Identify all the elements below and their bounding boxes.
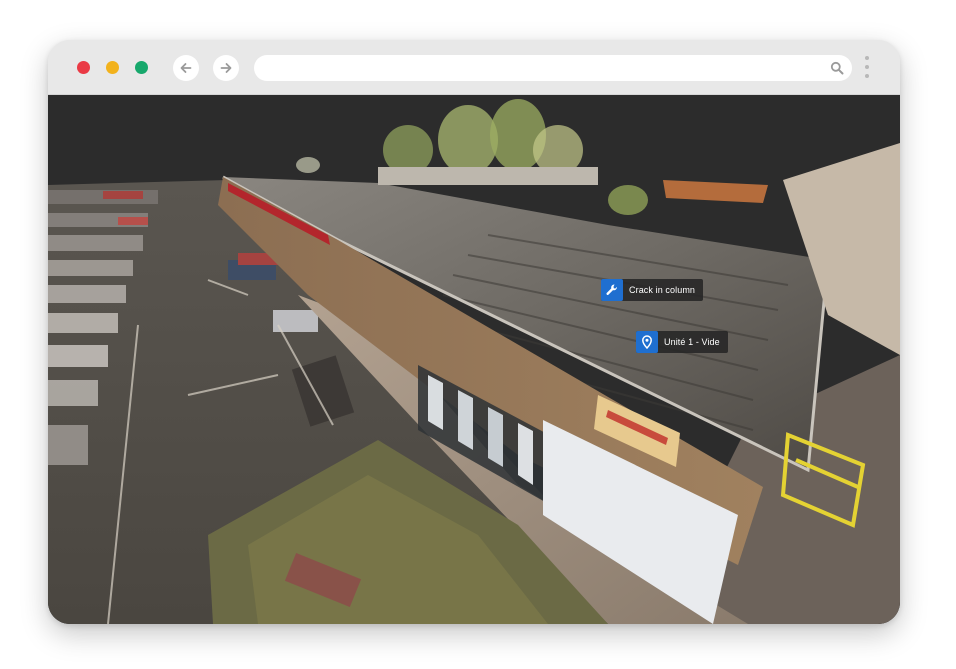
annotation-unite-1-vide[interactable]: Unité 1 - Vide bbox=[636, 331, 728, 353]
back-button[interactable] bbox=[173, 55, 199, 81]
map-pin-icon bbox=[636, 331, 658, 353]
annotation-crack-in-column[interactable]: Crack in column bbox=[601, 279, 704, 301]
rooftop-structure bbox=[378, 167, 598, 185]
kebab-menu-icon[interactable] bbox=[863, 54, 871, 82]
search-icon[interactable] bbox=[830, 61, 844, 75]
minimize-window-dot[interactable] bbox=[106, 61, 119, 74]
close-window-dot[interactable] bbox=[77, 61, 90, 74]
wrench-icon bbox=[601, 279, 623, 301]
address-bar[interactable] bbox=[254, 55, 852, 81]
point-cloud-viewer[interactable]: Crack in column Unité 1 - Vide bbox=[48, 95, 900, 624]
url-input[interactable] bbox=[266, 59, 830, 79]
arrow-left-icon bbox=[180, 63, 192, 73]
annotation-label: Crack in column bbox=[629, 285, 696, 295]
point-cloud-scene[interactable] bbox=[48, 95, 900, 624]
forward-button[interactable] bbox=[213, 55, 239, 81]
browser-toolbar bbox=[48, 40, 900, 95]
arrow-right-icon bbox=[220, 63, 232, 73]
maximize-window-dot[interactable] bbox=[135, 61, 148, 74]
annotation-label: Unité 1 - Vide bbox=[664, 337, 720, 347]
browser-window: Crack in column Unité 1 - Vide bbox=[48, 40, 900, 624]
